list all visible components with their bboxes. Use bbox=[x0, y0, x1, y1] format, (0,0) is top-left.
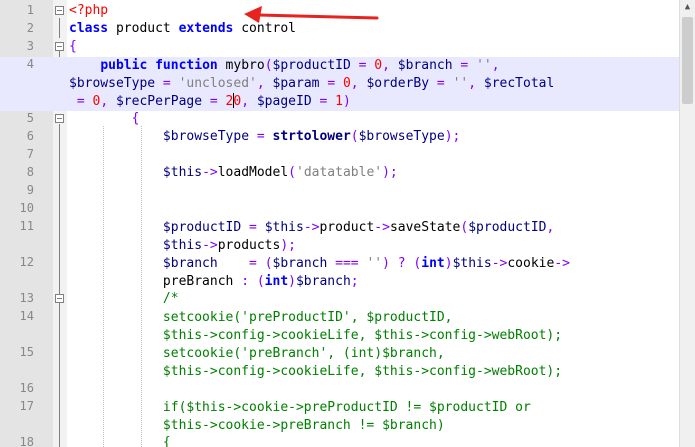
code-line[interactable]: 3 { bbox=[0, 39, 680, 57]
line-number: 1 bbox=[26, 3, 34, 17]
text-cursor bbox=[233, 93, 234, 108]
code-line[interactable]: 14 setcookie('preProductID', $productID,… bbox=[0, 309, 680, 345]
code-line[interactable]: 6 $browseType = strtolower($browseType); bbox=[0, 129, 680, 147]
code-text: $branch = ($branch === '') ? (int)$this-… bbox=[162, 256, 570, 289]
vertical-scrollbar[interactable]: ▲ bbox=[679, 0, 695, 447]
scrollbar-thumb[interactable] bbox=[682, 17, 693, 104]
scroll-up-icon[interactable]: ▲ bbox=[680, 0, 695, 15]
code-line-current[interactable]: 4 public function mybro($productID = 0, … bbox=[0, 57, 680, 111]
code-line[interactable]: 8 $this->loadModel('datatable'); bbox=[0, 165, 680, 183]
code-line[interactable]: 16 bbox=[0, 381, 680, 399]
code-editor[interactable]: 1 <?php 2 class product extends control … bbox=[0, 0, 695, 447]
code-text: $browseType = strtolower($browseType); bbox=[162, 129, 461, 144]
code-line[interactable]: 10 bbox=[0, 201, 680, 219]
line-number: 15 bbox=[19, 345, 34, 359]
line-number: 8 bbox=[26, 165, 34, 179]
annotation-arrow-icon bbox=[244, 6, 379, 23]
line-number: 7 bbox=[26, 147, 34, 161]
line-number: 10 bbox=[19, 201, 34, 215]
line-number: 16 bbox=[19, 381, 34, 395]
code-text: { bbox=[69, 435, 171, 447]
code-text: if($this->cookie->preProductID != $produ… bbox=[162, 400, 531, 433]
line-number: 18 bbox=[19, 435, 34, 447]
code-line[interactable]: 5 { bbox=[0, 111, 680, 129]
code-line[interactable]: 11 $productID = $this->product->saveStat… bbox=[0, 219, 680, 255]
code-text: $productID = $this->product->saveState($… bbox=[162, 220, 555, 253]
code-line[interactable]: 18 { bbox=[0, 435, 680, 447]
line-number: 12 bbox=[19, 255, 34, 269]
code-line[interactable]: 17 if($this->cookie->preProductID != $pr… bbox=[0, 399, 680, 435]
code-text: <?php bbox=[69, 3, 109, 18]
line-number: 2 bbox=[26, 21, 34, 35]
code-line[interactable]: 15 setcookie('preBranch', (int)$branch, … bbox=[0, 345, 680, 381]
line-number: 5 bbox=[26, 111, 34, 125]
code-text: $this->loadModel('datatable'); bbox=[162, 165, 398, 180]
code-text: public function mybro($productID = 0, $b… bbox=[69, 58, 555, 109]
code-line[interactable]: 13 /* bbox=[0, 291, 680, 309]
line-number: 4 bbox=[26, 57, 34, 71]
line-number: 3 bbox=[26, 39, 34, 53]
line-number: 9 bbox=[26, 183, 34, 197]
code-text: setcookie('preProductID', $productID, $t… bbox=[162, 310, 563, 343]
code-line[interactable]: 9 bbox=[0, 183, 680, 201]
code-text: /* bbox=[69, 291, 179, 306]
line-number: 17 bbox=[19, 399, 34, 413]
line-number: 14 bbox=[19, 309, 34, 323]
code-text: setcookie('preBranch', (int)$branch, $th… bbox=[162, 346, 563, 379]
line-number: 11 bbox=[19, 219, 34, 233]
line-number: 13 bbox=[19, 291, 34, 305]
code-line[interactable]: 12 $branch = ($branch === '') ? (int)$th… bbox=[0, 255, 680, 291]
code-text: { bbox=[69, 111, 140, 126]
code-line[interactable]: 7 bbox=[0, 147, 680, 165]
code-text: { bbox=[69, 39, 77, 54]
line-number: 6 bbox=[26, 129, 34, 143]
